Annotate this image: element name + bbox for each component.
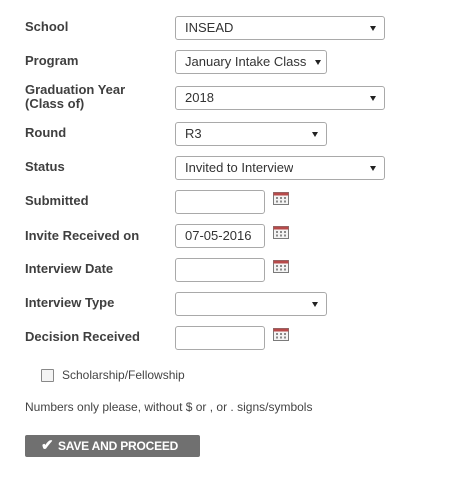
invite-received-date-input[interactable]: 07-05-2016	[175, 224, 265, 248]
round-label: Round	[25, 125, 67, 140]
graduation-year-select[interactable]: 2018	[175, 86, 385, 110]
round-select-value: R3	[185, 126, 202, 141]
invite-received-label: Invite Received on	[25, 228, 140, 243]
decision-received-date-input[interactable]	[175, 326, 265, 350]
graduation-year-select-value: 2018	[185, 90, 214, 105]
chevron-down-icon	[312, 302, 318, 307]
save-and-proceed-button[interactable]: ✔ SAVE AND PROCEED	[25, 435, 200, 457]
graduation-year-label-line2: (Class of)	[25, 96, 85, 111]
decision-received-label: Decision Received	[25, 329, 140, 344]
scholarship-label[interactable]: Scholarship/Fellowship	[62, 368, 185, 382]
status-select[interactable]: Invited to Interview	[175, 156, 385, 180]
program-select-value: January Intake Class	[185, 54, 307, 69]
interview-date-input[interactable]	[175, 258, 265, 282]
numbers-only-note: Numbers only please, without $ or , or .…	[25, 400, 313, 414]
program-label: Program	[25, 53, 79, 68]
calendar-icon[interactable]	[273, 327, 289, 341]
interview-type-select[interactable]	[175, 292, 327, 316]
checkmark-icon: ✔	[41, 437, 54, 454]
calendar-icon[interactable]	[273, 191, 289, 205]
interview-type-label: Interview Type	[25, 295, 115, 310]
calendar-icon[interactable]	[273, 225, 289, 239]
round-select[interactable]: R3	[175, 122, 327, 146]
submitted-date-input[interactable]	[175, 190, 265, 214]
scholarship-checkbox[interactable]	[41, 369, 54, 382]
graduation-year-label: Graduation Year (Class of)	[25, 83, 125, 111]
chevron-down-icon	[312, 132, 318, 137]
school-label: School	[25, 19, 69, 34]
chevron-down-icon	[370, 96, 376, 101]
school-select[interactable]: INSEAD	[175, 16, 385, 40]
graduation-year-label-line1: Graduation Year	[25, 82, 126, 97]
status-select-value: Invited to Interview	[185, 160, 294, 175]
chevron-down-icon	[315, 60, 321, 65]
submitted-label: Submitted	[25, 193, 89, 208]
status-label: Status	[25, 159, 65, 174]
school-select-value: INSEAD	[185, 20, 234, 35]
save-and-proceed-label: SAVE AND PROCEED	[58, 439, 179, 453]
program-select[interactable]: January Intake Class	[175, 50, 327, 74]
chevron-down-icon	[370, 26, 376, 31]
calendar-icon[interactable]	[273, 259, 289, 273]
chevron-down-icon	[370, 166, 376, 171]
interview-date-label: Interview Date	[25, 261, 114, 276]
